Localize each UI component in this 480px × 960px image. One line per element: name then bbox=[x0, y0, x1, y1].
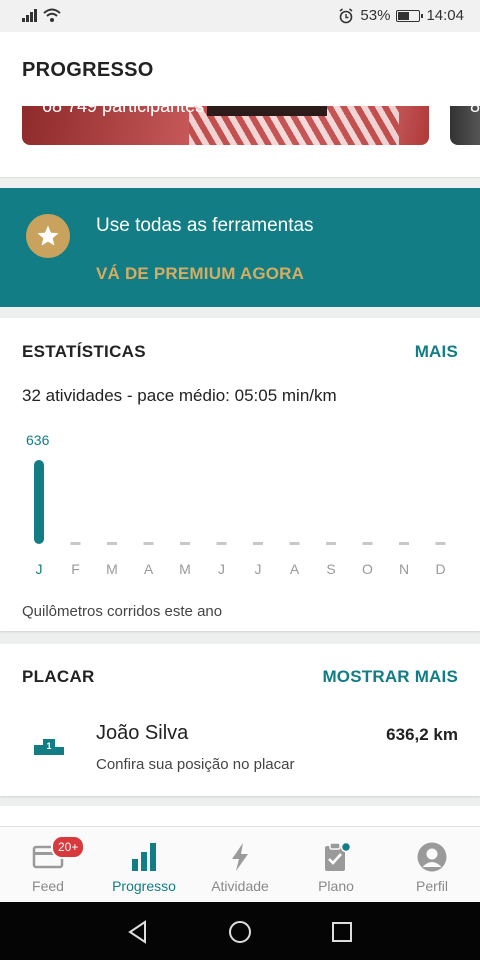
chart-bar-empty bbox=[399, 542, 409, 545]
tab-feed[interactable]: 20+ Feed bbox=[0, 827, 96, 902]
chart-month-label: A bbox=[290, 561, 300, 577]
profile-icon bbox=[417, 842, 447, 872]
chart-month-label: J bbox=[218, 561, 225, 577]
chart-caption: Quilômetros corridos este ano bbox=[22, 603, 223, 620]
home-icon[interactable] bbox=[227, 919, 253, 945]
challenge-carousel[interactable]: 68 749 participantes 8 bbox=[0, 106, 480, 178]
chart-month-label: A bbox=[144, 561, 154, 577]
chart-bar-empty bbox=[143, 542, 154, 545]
chart-bar-empty bbox=[253, 542, 263, 545]
tab-activity[interactable]: Atividade bbox=[192, 827, 288, 902]
monthly-distance-chart: JFMAMJJASOND bbox=[34, 460, 446, 577]
premium-banner[interactable]: Use todas as ferramentas VÁ DE PREMIUM A… bbox=[0, 188, 480, 307]
show-more-link[interactable]: MOSTRAR MAIS bbox=[322, 667, 458, 687]
challenge-participants-next: 8 bbox=[470, 106, 480, 116]
tab-feed-label: Feed bbox=[32, 878, 64, 894]
statistics-summary: 32 atividades - pace médio: 05:05 min/km bbox=[22, 386, 337, 405]
tab-activity-label: Atividade bbox=[211, 878, 269, 894]
chart-month-label: O bbox=[362, 561, 373, 577]
chart-month-label: M bbox=[179, 561, 191, 577]
leaderboard-user-name[interactable]: João Silva bbox=[96, 722, 188, 745]
clock: 14:04 bbox=[426, 7, 464, 24]
chart-bar-empty bbox=[435, 542, 446, 545]
bottom-tab-bar: 20+ Feed Progresso Atividade Plano Perfi… bbox=[0, 826, 480, 902]
chart-data-label: 636 bbox=[26, 432, 50, 448]
tab-progress[interactable]: Progresso bbox=[96, 827, 192, 902]
battery-icon bbox=[396, 9, 424, 22]
clipboard-check-icon bbox=[325, 841, 352, 871]
wifi-icon bbox=[43, 8, 61, 22]
go-premium-link[interactable]: VÁ DE PREMIUM AGORA bbox=[96, 264, 304, 284]
statistics-more-link[interactable]: MAIS bbox=[415, 342, 458, 362]
lightning-icon bbox=[232, 843, 248, 871]
chart-month-label: J bbox=[36, 561, 43, 577]
svg-text:1: 1 bbox=[46, 741, 51, 751]
chart-month-label: N bbox=[399, 561, 409, 577]
leaderboard-title: PLACAR bbox=[22, 667, 95, 686]
chart-month-label: F bbox=[71, 561, 80, 577]
progress-bars-icon bbox=[132, 843, 156, 871]
statistics-card: ESTATÍSTICAS MAIS 32 atividades - pace m… bbox=[0, 318, 480, 631]
chart-bar bbox=[34, 460, 44, 544]
challenge-card-next[interactable]: 8 bbox=[450, 106, 480, 145]
alarm-icon bbox=[339, 7, 353, 23]
tab-progress-label: Progresso bbox=[112, 878, 176, 894]
tab-plan[interactable]: Plano bbox=[288, 827, 384, 902]
app-header: PROGRESSO bbox=[0, 32, 480, 106]
chart-bar-empty bbox=[70, 542, 81, 545]
feed-badge: 20+ bbox=[51, 835, 86, 859]
back-icon[interactable] bbox=[125, 919, 151, 945]
challenge-participants: 68 749 participantes bbox=[42, 106, 205, 116]
chart-month-label: J bbox=[255, 561, 262, 577]
tab-profile[interactable]: Perfil bbox=[384, 827, 480, 902]
chart-bar-empty bbox=[362, 542, 373, 545]
chart-bar-empty bbox=[216, 542, 227, 545]
chart-bar-empty bbox=[180, 542, 190, 545]
chart-month-label: D bbox=[435, 561, 445, 577]
leaderboard-card: PLACAR MOSTRAR MAIS 1 João Silva Confira… bbox=[0, 644, 480, 796]
tab-plan-label: Plano bbox=[318, 878, 354, 894]
challenge-card[interactable]: 68 749 participantes bbox=[22, 106, 429, 145]
recents-icon[interactable] bbox=[329, 919, 355, 945]
leaderboard-subtitle: Confira sua posição no placar bbox=[96, 756, 295, 773]
star-icon bbox=[26, 214, 70, 258]
tab-profile-label: Perfil bbox=[416, 878, 448, 894]
chart-month-label: S bbox=[326, 561, 335, 577]
status-bar: 53% 14:04 bbox=[0, 0, 480, 32]
statistics-title: ESTATÍSTICAS bbox=[22, 342, 146, 361]
chart-bar-empty bbox=[326, 542, 336, 545]
signal-icon bbox=[22, 8, 37, 22]
chart-bar-empty bbox=[107, 542, 117, 545]
chart-bar-empty bbox=[289, 542, 300, 545]
podium-icon: 1 bbox=[34, 739, 64, 755]
next-card-edge bbox=[0, 806, 480, 826]
premium-title: Use todas as ferramentas bbox=[96, 215, 314, 236]
chart-month-label: M bbox=[106, 561, 118, 577]
leaderboard-distance: 636,2 km bbox=[386, 725, 458, 744]
system-nav-bar bbox=[0, 902, 480, 960]
page-title: PROGRESSO bbox=[22, 59, 154, 81]
battery-percent: 53% bbox=[360, 7, 391, 24]
